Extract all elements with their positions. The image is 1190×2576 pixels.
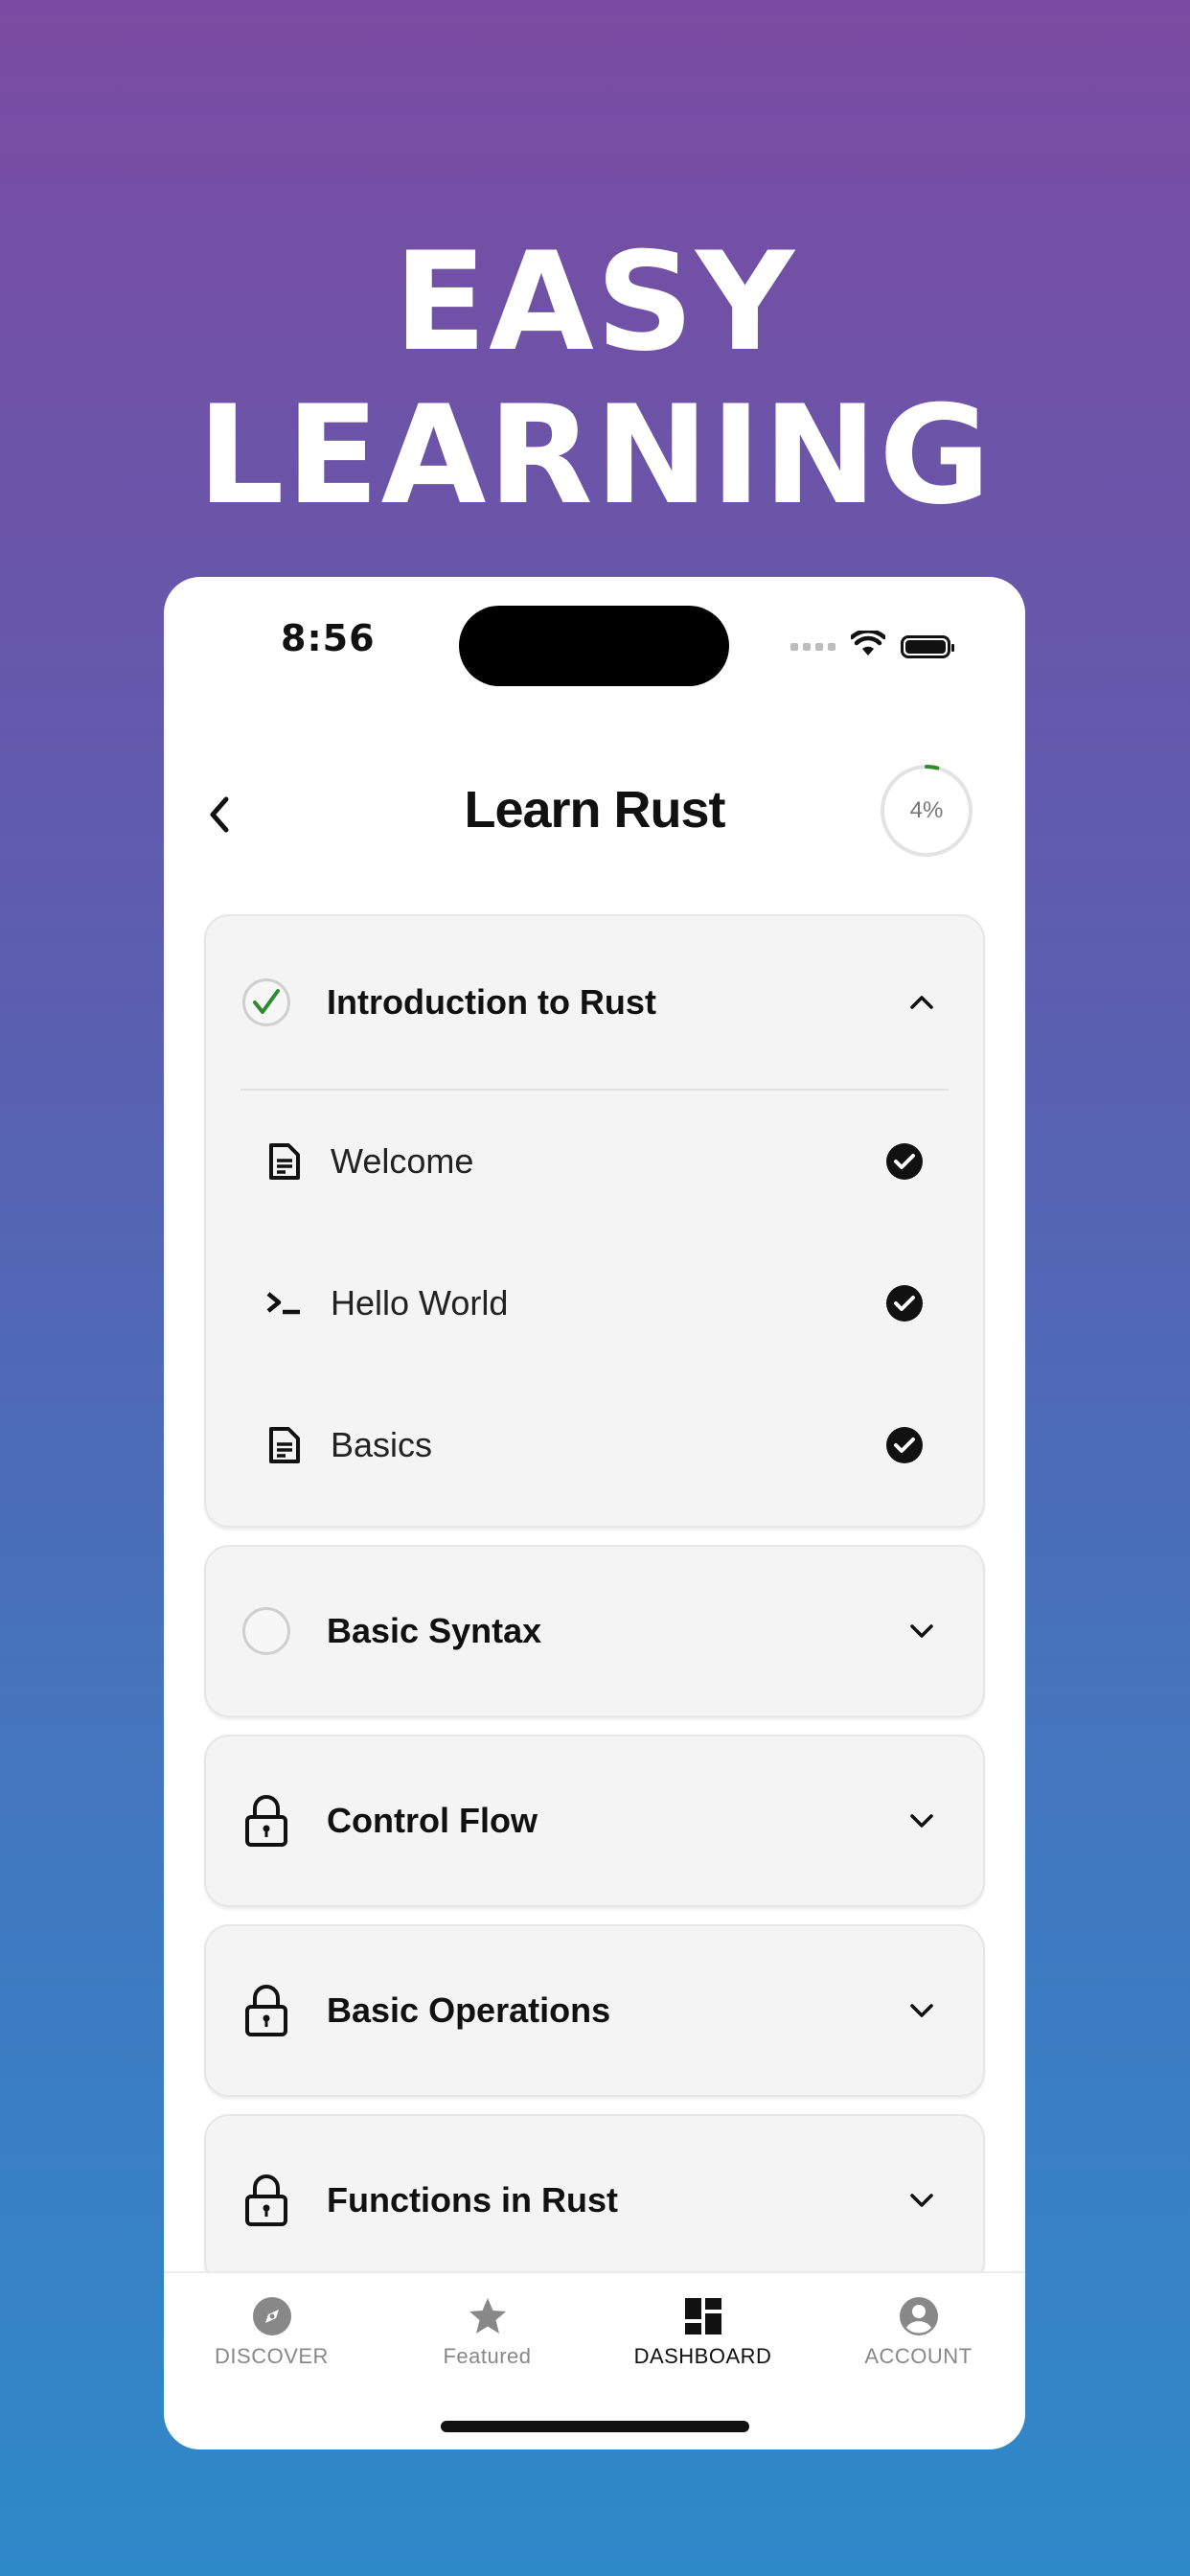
lock-icon	[240, 1985, 292, 2036]
tab-label: Featured	[443, 2344, 532, 2368]
tab-dashboard[interactable]: DASHBOARD	[595, 2294, 811, 2369]
home-indicator[interactable]	[441, 2421, 749, 2432]
lesson-item-welcome[interactable]: Welcome	[206, 1091, 983, 1232]
document-icon	[265, 1142, 304, 1181]
module-title: Functions in Rust	[327, 2180, 618, 2220]
module-header[interactable]: Control Flow	[206, 1736, 983, 1905]
completed-status-icon	[240, 977, 292, 1028]
lesson-label: Hello World	[331, 1283, 509, 1322]
tab-discover[interactable]: DISCOVER	[164, 2294, 379, 2369]
course-progress: 4%	[879, 763, 974, 859]
module-header[interactable]: Basic Operations	[206, 1926, 983, 2095]
compass-icon	[164, 2294, 379, 2338]
module-title: Basic Operations	[327, 1990, 611, 2030]
wifi-icon	[849, 629, 887, 662]
chevron-down-icon[interactable]	[908, 2187, 935, 2214]
dashboard-icon	[595, 2294, 811, 2338]
module-title: Introduction to Rust	[327, 982, 656, 1022]
module-card: Functions in Rust	[204, 2114, 985, 2287]
lock-icon	[240, 2174, 292, 2226]
phone-screen: 8:56 Learn Rust 4% Introduction to Rust …	[164, 577, 1025, 2450]
lesson-label: Basics	[331, 1425, 433, 1464]
module-card: Introduction to Rust Welcome Hello World…	[204, 914, 985, 1528]
chevron-down-icon[interactable]	[908, 1997, 935, 2024]
status-time: 8:56	[281, 617, 376, 659]
tab-featured[interactable]: Featured	[379, 2294, 595, 2369]
lesson-list: Welcome Hello World Basics	[206, 1091, 983, 1526]
star-icon	[379, 2294, 595, 2338]
chevron-up-icon[interactable]	[908, 989, 935, 1016]
chevron-down-icon[interactable]	[908, 1618, 935, 1644]
dynamic-island	[459, 606, 729, 686]
module-header[interactable]: Functions in Rust	[206, 2116, 983, 2285]
module-list: Introduction to Rust Welcome Hello World…	[204, 914, 985, 2304]
module-header[interactable]: Basic Syntax	[206, 1547, 983, 1715]
tab-label: DISCOVER	[215, 2344, 329, 2368]
check-circle-icon	[885, 1284, 924, 1322]
lesson-label: Welcome	[331, 1141, 474, 1181]
lock-icon	[240, 1795, 292, 1847]
cellular-signal-icon	[790, 642, 835, 651]
chevron-down-icon[interactable]	[908, 1807, 935, 1834]
module-card: Basic Syntax	[204, 1545, 985, 1717]
module-title: Basic Syntax	[327, 1611, 542, 1650]
tab-account[interactable]: ACCOUNT	[811, 2294, 1025, 2369]
module-title: Control Flow	[327, 1801, 538, 1840]
document-icon	[265, 1426, 304, 1464]
empty-circle-icon	[240, 1605, 292, 1657]
navigation-bar: Learn Rust 4%	[164, 763, 1025, 859]
module-card: Control Flow	[204, 1735, 985, 1907]
tab-label: ACCOUNT	[864, 2344, 973, 2368]
module-header[interactable]: Introduction to Rust	[206, 916, 983, 1089]
status-icons	[790, 629, 954, 662]
module-card: Basic Operations	[204, 1924, 985, 2097]
lesson-item-basics[interactable]: Basics	[206, 1374, 983, 1516]
tab-bar: DISCOVER Featured DASHBOARD ACCOUNT	[164, 2271, 1025, 2450]
check-circle-icon	[885, 1142, 924, 1181]
check-circle-icon	[885, 1426, 924, 1464]
account-icon	[811, 2294, 1025, 2338]
promo-headline: EASY LEARNING	[197, 223, 993, 535]
lesson-item-hello-world[interactable]: Hello World	[206, 1232, 983, 1374]
battery-icon	[901, 634, 954, 658]
progress-percent: 4%	[909, 797, 944, 823]
tab-label: DASHBOARD	[633, 2344, 772, 2368]
terminal-icon	[265, 1284, 304, 1322]
